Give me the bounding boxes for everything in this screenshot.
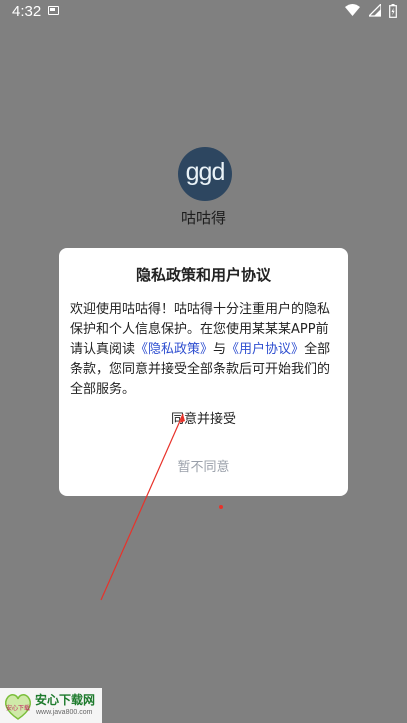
annotation-arrow: [100, 413, 223, 601]
watermark: 安心下载 安心下载网 www.java800.com: [0, 688, 102, 723]
watermark-logo-text: 安心下载: [6, 704, 30, 712]
watermark-logo-icon: 安心下载: [5, 694, 31, 720]
watermark-title: 安心下载网: [35, 693, 96, 707]
watermark-url: www.java800.com: [36, 709, 93, 716]
